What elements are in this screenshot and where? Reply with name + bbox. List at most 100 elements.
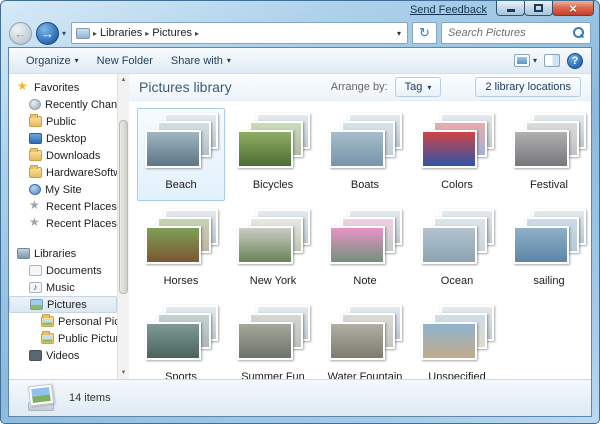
send-feedback-link[interactable]: Send Feedback xyxy=(410,4,487,16)
chevron-down-icon: ▾ xyxy=(227,56,231,65)
sidebar-item-downloads[interactable]: Downloads xyxy=(9,147,117,164)
tile-summer-fun[interactable]: Summer Fun xyxy=(229,300,317,379)
tile-new-york[interactable]: New York xyxy=(229,204,317,297)
recent-pages-dropdown[interactable]: ▾ xyxy=(62,29,66,38)
photo-stack-icon xyxy=(419,209,495,271)
address-dropdown-icon[interactable]: ▾ xyxy=(397,29,403,38)
recent-places-icon xyxy=(29,218,42,229)
help-button[interactable]: ? xyxy=(567,53,583,69)
sidebar-item-recent-places[interactable]: Recent Places xyxy=(9,215,117,232)
photo-stack-icon xyxy=(419,305,495,367)
sidebar-item-videos[interactable]: Videos xyxy=(9,347,117,364)
new-folder-button[interactable]: New Folder xyxy=(88,52,162,70)
sidebar-item-label: Personal Pictures xyxy=(58,316,117,328)
photo-stack-icon xyxy=(143,305,219,367)
tile-ocean[interactable]: Ocean xyxy=(413,204,501,297)
stacked-photo xyxy=(145,226,201,264)
recent-places-icon xyxy=(29,201,42,212)
crumb-separator-icon: ▸ xyxy=(145,29,149,38)
refresh-button[interactable]: ↻ xyxy=(412,22,437,44)
preview-pane-button[interactable] xyxy=(544,54,560,67)
tile-sailing[interactable]: sailing xyxy=(505,204,591,297)
tile-festival[interactable]: Festival xyxy=(505,108,591,201)
organize-button[interactable]: Organize ▾ xyxy=(17,52,88,70)
sidebar-item-public[interactable]: Public xyxy=(9,113,117,130)
breadcrumb-libraries[interactable]: Libraries xyxy=(100,27,142,39)
tile-label: Bicycles xyxy=(253,179,293,191)
photo-stack-icon xyxy=(235,305,311,367)
sidebar-item-computer[interactable]: Computer xyxy=(9,377,117,379)
sidebar-item-label: Pictures xyxy=(47,299,87,311)
tile-water-fountain[interactable]: Water Fountain xyxy=(321,300,409,379)
tile-bicycles[interactable]: Bicycles xyxy=(229,108,317,201)
tile-beach[interactable]: Beach xyxy=(137,108,225,201)
sidebar-item-public-pictures[interactable]: Public Pictures xyxy=(9,330,117,347)
window-body: FavoritesRecently ChangedPublicDesktopDo… xyxy=(9,74,591,379)
tile-unspecified[interactable]: Unspecified xyxy=(413,300,501,379)
arrange-by-label: Arrange by: xyxy=(331,81,388,93)
sidebar-item-label: Public Pictures xyxy=(58,333,117,345)
sidebar-item-label: Recent Places xyxy=(46,218,117,230)
sidebar-item-label: Public xyxy=(46,116,76,128)
library-videos-icon xyxy=(29,350,42,361)
new-folder-label: New Folder xyxy=(97,55,153,67)
tile-note[interactable]: Note xyxy=(321,204,409,297)
tile-sports[interactable]: Sports xyxy=(137,300,225,379)
folder-pictures-icon xyxy=(41,333,54,344)
tile-label: Water Fountain xyxy=(328,371,403,379)
sidebar-item-libraries[interactable]: Libraries xyxy=(9,245,117,262)
sidebar-scrollbar[interactable]: ▲ ▼ xyxy=(117,74,129,379)
address-bar[interactable]: ▸ Libraries ▸ Pictures ▸ ▾ xyxy=(71,22,408,44)
tile-boats[interactable]: Boats xyxy=(321,108,409,201)
sidebar-item-recently-changed[interactable]: Recently Changed xyxy=(9,96,117,113)
tile-label: Ocean xyxy=(441,275,473,287)
sidebar-item-hardwaresoftware[interactable]: HardwareSoftware xyxy=(9,164,117,181)
minimize-button[interactable] xyxy=(496,1,525,16)
photo-stack-icon xyxy=(235,209,311,271)
library-locations-button[interactable]: 2 library locations xyxy=(475,77,581,97)
sidebar-item-recent-places[interactable]: Recent Places xyxy=(9,198,117,215)
change-view-button[interactable]: ▾ xyxy=(514,54,537,67)
sidebar-item-label: Videos xyxy=(46,350,79,362)
sidebar-item-music[interactable]: Music xyxy=(9,279,117,296)
library-music-icon xyxy=(29,282,42,293)
share-with-button[interactable]: Share with ▾ xyxy=(162,52,240,70)
forward-button[interactable]: → xyxy=(36,22,59,45)
back-button[interactable]: ← xyxy=(9,22,32,45)
tile-colors[interactable]: Colors xyxy=(413,108,501,201)
tile-label: Colors xyxy=(441,179,473,191)
stacked-photo xyxy=(237,130,293,168)
status-bar: 14 items xyxy=(9,379,591,416)
sidebar-item-personal-pictures[interactable]: Personal Pictures xyxy=(9,313,117,330)
breadcrumb-pictures[interactable]: Pictures xyxy=(152,27,192,39)
tile-horses[interactable]: Horses xyxy=(137,204,225,297)
scrollbar-thumb[interactable] xyxy=(119,120,128,294)
scroll-down-icon[interactable]: ▼ xyxy=(118,367,129,379)
close-button[interactable]: × xyxy=(552,1,594,16)
scroll-up-icon[interactable]: ▲ xyxy=(118,74,129,86)
chevron-down-icon: ▾ xyxy=(533,56,537,65)
search-box[interactable]: Search Pictures xyxy=(441,22,591,44)
sidebar-item-favorites[interactable]: Favorites xyxy=(9,79,117,96)
stacked-photo xyxy=(421,322,477,360)
chevron-down-icon: ▾ xyxy=(427,83,431,92)
stacked-photo xyxy=(145,322,201,360)
library-pictures-icon xyxy=(30,299,43,310)
sidebar-item-documents[interactable]: Documents xyxy=(9,262,117,279)
photo-stack-icon xyxy=(511,209,587,271)
photo-stack-icon xyxy=(511,113,587,175)
sidebar-item-label: Music xyxy=(46,282,75,294)
sidebar-item-desktop[interactable]: Desktop xyxy=(9,130,117,147)
refresh-icon: ↻ xyxy=(419,25,430,41)
toolbar-right-group: ▾ ? xyxy=(514,53,583,69)
scrollbar-track[interactable] xyxy=(118,86,129,367)
photo-stack-icon xyxy=(327,209,403,271)
sidebar-item-my-site[interactable]: My Site xyxy=(9,181,117,198)
favorites-icon xyxy=(17,82,30,93)
stacked-photo xyxy=(145,130,201,168)
sidebar-item-pictures[interactable]: Pictures xyxy=(9,296,117,313)
maximize-button[interactable] xyxy=(524,1,553,16)
recent-changed-icon xyxy=(29,99,41,110)
sidebar-item-label: Documents xyxy=(46,265,102,277)
arrange-by-dropdown[interactable]: Tag ▾ xyxy=(395,77,442,97)
